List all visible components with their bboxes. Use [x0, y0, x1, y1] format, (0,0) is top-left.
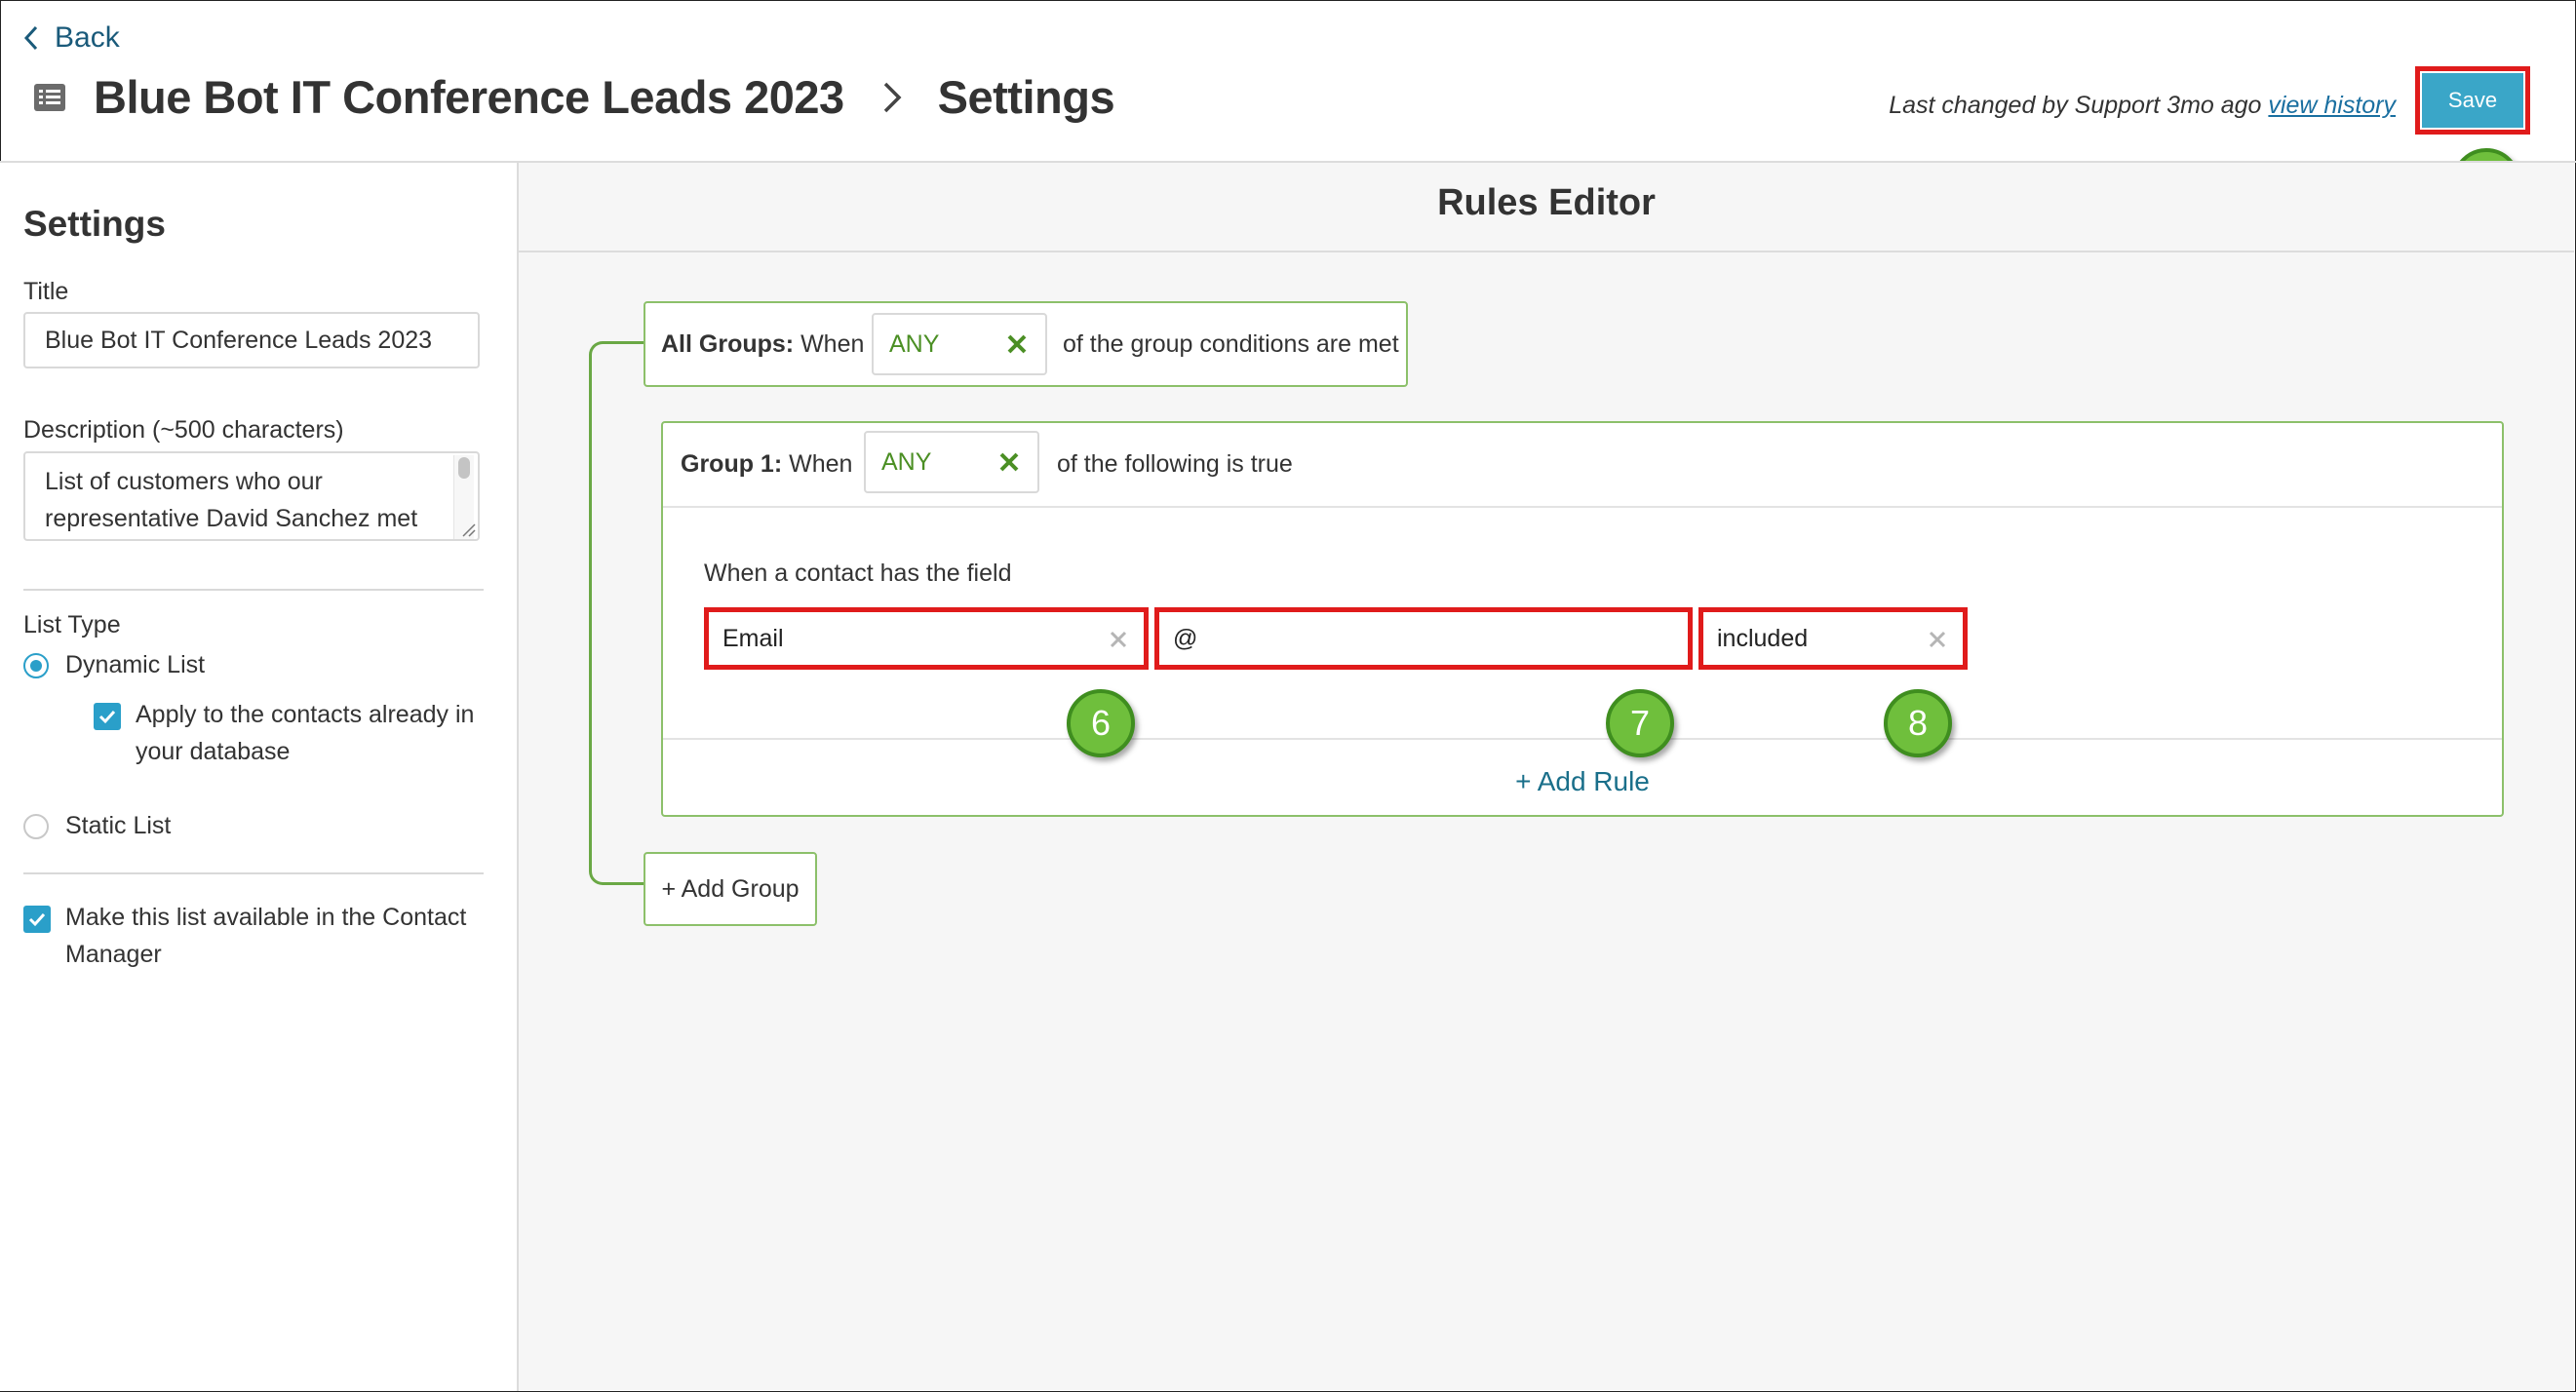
resize-handle-icon[interactable]	[460, 522, 476, 537]
all-groups-prefix: All Groups: When	[661, 330, 865, 358]
rule-divider	[663, 738, 2502, 740]
group-1-divider	[663, 506, 2502, 508]
checkmark-icon	[28, 912, 46, 927]
add-rule-link[interactable]: + Add Rule	[663, 766, 2502, 797]
contact-manager-label: Make this list available in the Contact …	[65, 904, 467, 968]
rule-operator-value: included	[1717, 624, 1809, 652]
clear-x-icon[interactable]	[1004, 330, 1030, 358]
group-1-suffix: of the following is true	[1057, 450, 1293, 478]
all-groups-suffix: of the group conditions are met	[1063, 330, 1399, 358]
callout-badge-8: 8	[1884, 689, 1952, 757]
chevron-right-icon	[883, 82, 902, 112]
static-list-label: Static List	[65, 812, 172, 839]
breadcrumb-current: Settings	[937, 71, 1115, 123]
all-groups-match-value: ANY	[889, 329, 940, 358]
all-groups-row: All Groups: When ANY of the group condit…	[644, 301, 1408, 387]
rule-value-input[interactable]: @	[1154, 607, 1693, 670]
back-link[interactable]: Back	[21, 21, 120, 55]
checkmark-icon	[98, 710, 116, 724]
clear-x-icon[interactable]	[1109, 630, 1128, 649]
view-history-link[interactable]: view history	[2268, 92, 2396, 119]
description-label: Description (~500 characters)	[23, 416, 344, 444]
rules-editor-panel: Rules Editor All Groups: When ANY of the…	[519, 163, 2574, 1390]
sidebar-heading: Settings	[23, 204, 166, 244]
rule-value-text: @	[1173, 624, 1198, 652]
last-changed-text: Last changed by Support 3mo ago	[1889, 92, 2262, 119]
clear-x-icon[interactable]	[1928, 630, 1947, 649]
list-type-label: List Type	[23, 611, 121, 638]
contact-manager-checkbox[interactable]	[23, 906, 51, 933]
all-groups-match-select[interactable]: ANY	[872, 313, 1047, 375]
rule-intro-text: When a contact has the field	[704, 560, 1012, 587]
title-label: Title	[23, 278, 69, 305]
editor-title: Rules Editor	[1437, 182, 1656, 223]
group-1-match-value: ANY	[881, 447, 932, 476]
chevron-left-icon	[23, 25, 38, 51]
page-header: Blue Bot IT Conference Leads 2023 Settin…	[33, 70, 1115, 124]
editor-title-bar: Rules Editor	[519, 163, 2574, 252]
rule-field-value: Email	[722, 624, 784, 652]
apply-existing-label: Apply to the contacts already in your da…	[136, 701, 475, 765]
dynamic-list-radio[interactable]	[23, 653, 49, 678]
sidebar-divider	[23, 872, 484, 874]
description-text: List of customers who our representative…	[45, 468, 418, 532]
rule-operator-select[interactable]: included	[1698, 607, 1968, 670]
group-tree-connector	[589, 341, 648, 885]
rule-field-select[interactable]: Email	[704, 607, 1149, 670]
static-list-radio[interactable]	[23, 814, 49, 839]
group-1-prefix: Group 1: When	[681, 450, 853, 478]
settings-sidebar: Settings Title Blue Bot IT Conference Le…	[0, 163, 519, 1391]
clear-x-icon[interactable]	[996, 448, 1022, 476]
save-button[interactable]: Save	[2415, 66, 2530, 135]
callout-badge-7: 7	[1606, 689, 1674, 757]
dynamic-list-label: Dynamic List	[65, 651, 206, 678]
sidebar-divider	[23, 589, 484, 591]
add-group-label: + Add Group	[661, 874, 800, 903]
add-group-button[interactable]: + Add Group	[644, 852, 817, 926]
list-icon	[34, 83, 65, 111]
description-textarea[interactable]: List of customers who our representative…	[23, 451, 480, 541]
page-title: Blue Bot IT Conference Leads 2023	[94, 71, 844, 123]
title-input[interactable]: Blue Bot IT Conference Leads 2023	[23, 312, 480, 368]
apply-existing-checkbox[interactable]	[94, 703, 121, 730]
group-1-match-select[interactable]: ANY	[864, 431, 1039, 493]
last-changed-info: Last changed by Support 3mo ago view his…	[1889, 92, 2396, 120]
callout-badge-6: 6	[1067, 689, 1135, 757]
back-label: Back	[55, 21, 120, 54]
